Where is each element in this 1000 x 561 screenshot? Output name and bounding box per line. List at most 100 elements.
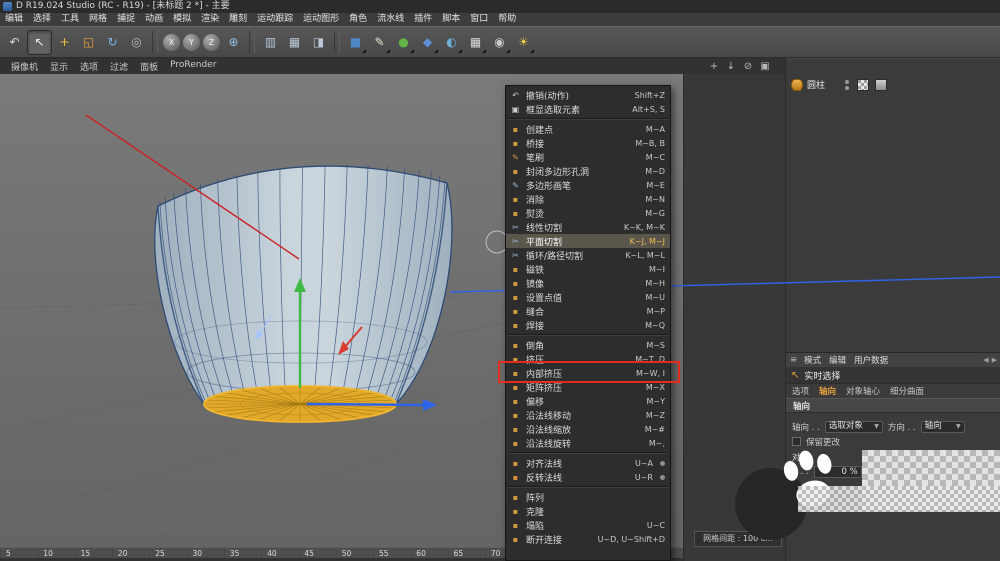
- timeline-frame-label[interactable]: 55: [379, 549, 389, 558]
- burger-icon[interactable]: ≡: [790, 355, 797, 365]
- phong-tag-icon[interactable]: [875, 79, 887, 91]
- gizmo-x-arrowhead[interactable]: [423, 399, 437, 411]
- timeline-frame-label[interactable]: 50: [342, 549, 352, 558]
- menubar-item[interactable]: 角色: [344, 13, 372, 26]
- attribute-tab-4[interactable]: 细分曲面: [890, 385, 924, 397]
- context-menu-item[interactable]: ▪缝合M~P: [506, 304, 670, 318]
- context-menu-item[interactable]: ▪沿法线旋转M~,: [506, 436, 670, 450]
- timeline-frame-label[interactable]: 60: [416, 549, 426, 558]
- axis-lock-y[interactable]: Y: [183, 34, 200, 51]
- context-menu-item[interactable]: ▪熨烫M~G: [506, 206, 670, 220]
- context-menu-item[interactable]: ▣框显选取元素Alt+S, S: [506, 102, 670, 116]
- section-header-axis[interactable]: 轴向: [786, 398, 1000, 413]
- menubar-item[interactable]: 流水线: [372, 13, 409, 26]
- move-icon[interactable]: +: [53, 31, 76, 54]
- light-icon[interactable]: ☀: [512, 31, 535, 54]
- attribute-menu-item[interactable]: 用户数据: [850, 354, 892, 366]
- axis-dropdown[interactable]: 选取对象▼: [825, 421, 883, 433]
- timeline-frame-label[interactable]: 45: [304, 549, 314, 558]
- timeline-frame-label[interactable]: 25: [155, 549, 165, 558]
- attribute-tab-3[interactable]: 对象轴心: [846, 385, 880, 397]
- coordinate-system-icon[interactable]: ⊕: [222, 31, 245, 54]
- context-menu-item[interactable]: ▪沿法线缩放M~#: [506, 422, 670, 436]
- context-menu-item[interactable]: ▪对齐法线U~A: [506, 456, 670, 470]
- viewport-menu-item[interactable]: 面板: [134, 60, 164, 73]
- context-menu-item[interactable]: ▪倒角M~S: [506, 338, 670, 352]
- context-menu-item[interactable]: ▪塌陷U~C: [506, 518, 670, 532]
- menubar-item[interactable]: 插件: [409, 13, 437, 26]
- context-menu-item[interactable]: ▪偏移M~Y: [506, 394, 670, 408]
- history-arrows[interactable]: ◀▶: [983, 356, 997, 364]
- menubar-item[interactable]: 模拟: [168, 13, 196, 26]
- dolly-view-icon[interactable]: ↓: [725, 61, 737, 72]
- visibility-dots[interactable]: [845, 80, 849, 90]
- attribute-tab-1[interactable]: 选项: [792, 385, 809, 397]
- context-menu-item[interactable]: ▪消除M~N: [506, 192, 670, 206]
- context-menu-item[interactable]: ▪断开连接U~D, U~Shift+D: [506, 532, 670, 546]
- timeline-frame-label[interactable]: 40: [267, 549, 277, 558]
- menubar-item[interactable]: 网格: [84, 13, 112, 26]
- menubar-item[interactable]: 雕刻: [224, 13, 252, 26]
- menubar-item[interactable]: 运动图形: [298, 13, 344, 26]
- timeline-frame-label[interactable]: 35: [230, 549, 240, 558]
- context-menu-item[interactable]: ▪设置点值M~U: [506, 290, 670, 304]
- menubar-item[interactable]: 帮助: [493, 13, 521, 26]
- menubar-item[interactable]: 编辑: [0, 13, 28, 26]
- context-menu-item[interactable]: ✎多边形画笔M~E: [506, 178, 670, 192]
- viewport-menu-item[interactable]: 摄像机: [5, 60, 44, 73]
- context-menu-item[interactable]: ✂循环/路径切割K~L, M~L: [506, 248, 670, 262]
- object-name[interactable]: 圆柱: [807, 78, 825, 91]
- timeline-frame-label[interactable]: 15: [81, 549, 91, 558]
- menubar-item[interactable]: 选择: [28, 13, 56, 26]
- menubar-item[interactable]: 渲染: [196, 13, 224, 26]
- render-view-icon[interactable]: ▥: [259, 31, 282, 54]
- context-menu-item[interactable]: ▪克隆: [506, 504, 670, 518]
- context-menu-item[interactable]: ▪封闭多边形孔洞M~D: [506, 164, 670, 178]
- live-selection-icon[interactable]: ↖: [27, 30, 52, 55]
- context-menu-item[interactable]: ▪焊接M~Q: [506, 318, 670, 332]
- last-tool-icon[interactable]: ◎: [125, 31, 148, 54]
- context-menu-item[interactable]: ▪阵列: [506, 490, 670, 504]
- context-menu-item[interactable]: ✎笔刷M~C: [506, 150, 670, 164]
- menubar-item[interactable]: 捕捉: [112, 13, 140, 26]
- maximize-view-icon[interactable]: ▣: [759, 61, 771, 72]
- menubar-item[interactable]: 窗口: [465, 13, 493, 26]
- pen-spline-icon[interactable]: ✎: [368, 31, 391, 54]
- model-silhouette[interactable]: [155, 166, 452, 422]
- axis-lock-z[interactable]: Z: [203, 34, 220, 51]
- viewport-menu-item[interactable]: ProRender: [164, 60, 222, 73]
- timeline-frame-label[interactable]: 70: [491, 549, 501, 558]
- generator-icon[interactable]: ●: [392, 31, 415, 54]
- keep-changes-checkbox[interactable]: [792, 437, 801, 446]
- axis-lock-x[interactable]: X: [163, 34, 180, 51]
- context-menu-item[interactable]: ▪反转法线U~R: [506, 470, 670, 484]
- pan-view-icon[interactable]: +: [708, 61, 720, 72]
- context-menu-item[interactable]: ▪镜像M~H: [506, 276, 670, 290]
- gizmo-x-axis[interactable]: [307, 404, 425, 405]
- attribute-tab-2[interactable]: 轴向: [819, 385, 836, 397]
- add-cube-icon[interactable]: ■: [344, 31, 367, 54]
- viewport-menu-item[interactable]: 选项: [74, 60, 104, 73]
- context-menu-item[interactable]: ✂线性切割K~K, M~K: [506, 220, 670, 234]
- context-menu-item[interactable]: ▪创建点M~A: [506, 122, 670, 136]
- viewport-menu-item[interactable]: 显示: [44, 60, 74, 73]
- undo-icon[interactable]: ↶: [3, 31, 26, 54]
- scale-icon[interactable]: ◱: [77, 31, 100, 54]
- direction-dropdown[interactable]: 轴向▼: [921, 421, 965, 433]
- camera-icon[interactable]: ◉: [488, 31, 511, 54]
- menu-item-option-dot[interactable]: [660, 461, 665, 466]
- context-menu-item[interactable]: ▪沿法线移动M~Z: [506, 408, 670, 422]
- context-menu-item[interactable]: ▪磁铁M~I: [506, 262, 670, 276]
- menubar-item[interactable]: 运动跟踪: [252, 13, 298, 26]
- menu-item-option-dot[interactable]: [660, 475, 665, 480]
- viewport-menu-item[interactable]: 过滤: [104, 60, 134, 73]
- render-settings-icon[interactable]: ◨: [307, 31, 330, 54]
- menubar-item[interactable]: 动画: [140, 13, 168, 26]
- context-menu-item[interactable]: ✂平面切割K~J, M~J: [506, 234, 670, 248]
- attribute-menu-item[interactable]: 编辑: [825, 354, 850, 366]
- rotate-icon[interactable]: ↻: [101, 31, 124, 54]
- object-row-cylinder[interactable]: 圆柱: [791, 78, 887, 91]
- context-menu-item[interactable]: ↶撤销(动作)Shift+Z: [506, 88, 670, 102]
- timeline-frame-label[interactable]: 5: [6, 549, 11, 558]
- menubar-item[interactable]: 工具: [56, 13, 84, 26]
